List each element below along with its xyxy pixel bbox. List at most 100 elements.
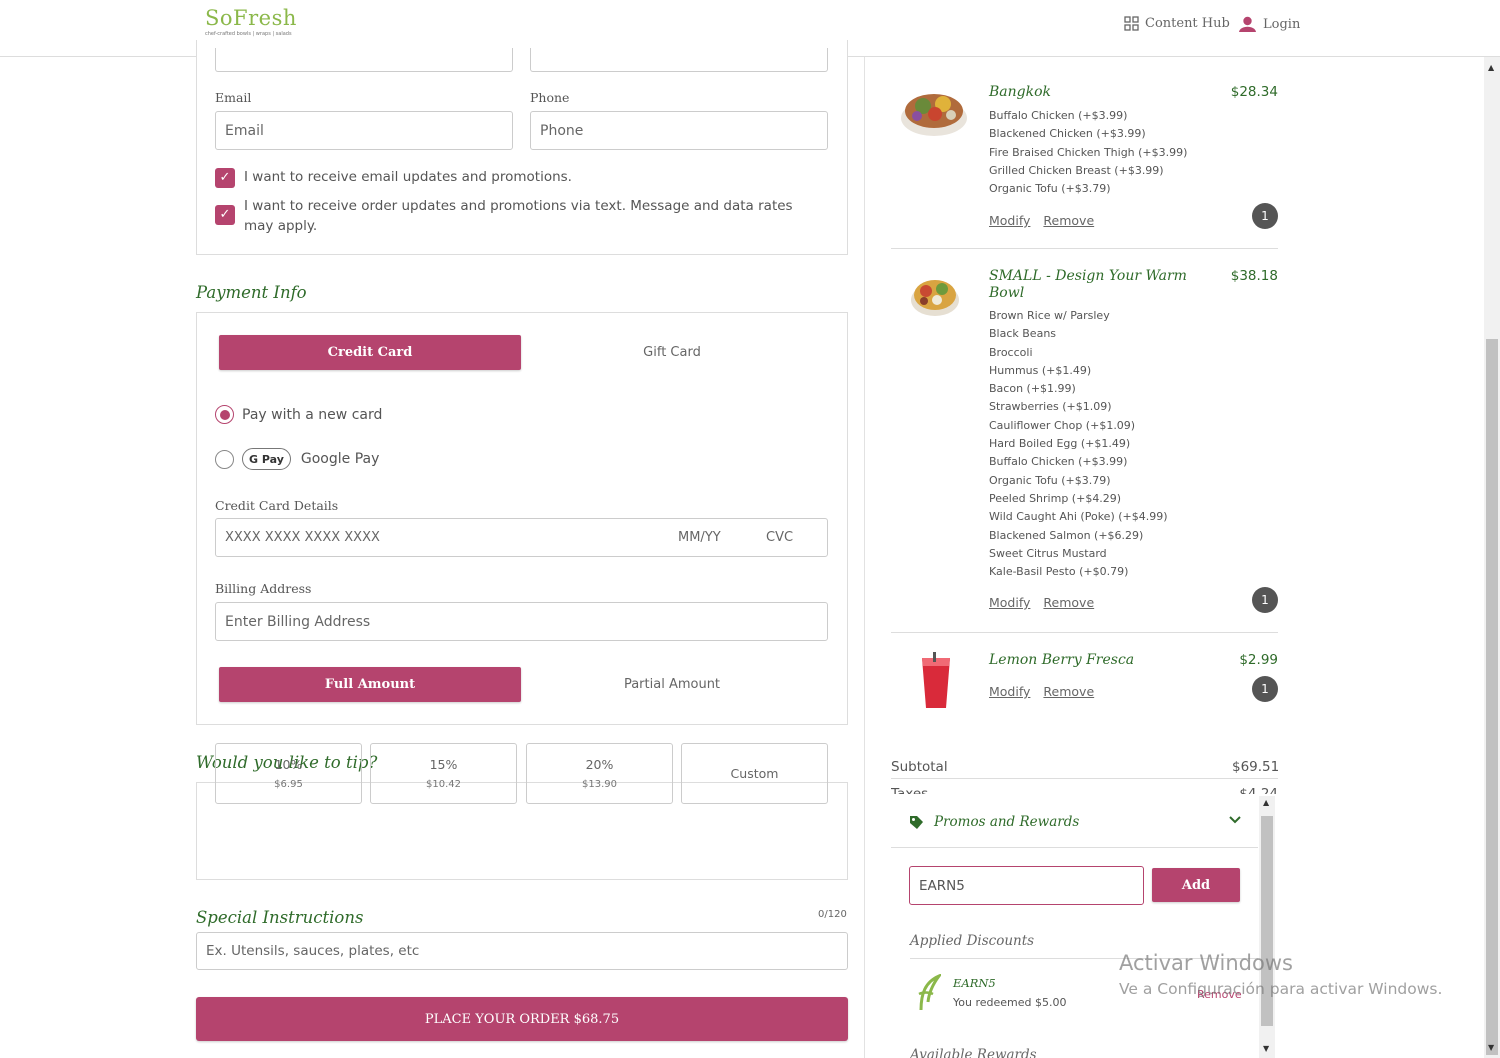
item-actions: Modify Remove	[989, 684, 1094, 699]
tip-percent: 15%	[429, 757, 458, 772]
expiry-placeholder: MM/YY	[678, 530, 721, 545]
modifier-item: Organic Tofu (+$3.79)	[989, 473, 1111, 487]
modify-link[interactable]: Modify	[989, 684, 1030, 699]
user-icon	[1239, 16, 1256, 32]
promo-code-value: EARN5	[919, 877, 965, 894]
tag-icon	[910, 815, 923, 829]
modifier-item: Hummus (+$1.49)	[989, 363, 1092, 377]
new-card-option[interactable]: Pay with a new card	[215, 405, 382, 424]
google-pay-radio[interactable]	[215, 449, 234, 469]
email-label: Email	[215, 90, 252, 105]
login-label: Login	[1263, 17, 1301, 32]
promo-code-field[interactable]: EARN5	[909, 866, 1144, 905]
page-scroll-thumb[interactable]	[1486, 339, 1498, 1055]
cvc-placeholder: CVC	[766, 530, 794, 545]
warm-bowl-image	[911, 280, 959, 316]
add-promo-button[interactable]: Add	[1152, 868, 1240, 902]
remove-link[interactable]: Remove	[1043, 684, 1094, 699]
remove-link[interactable]: Remove	[1043, 595, 1094, 610]
phone-field[interactable]: Phone	[530, 111, 828, 150]
modifier-item: Brown Rice w/ Parsley	[989, 309, 1110, 322]
promos-header[interactable]: Promos and Rewards	[909, 814, 1079, 830]
page-scrollbar[interactable]: ▲ ▼	[1484, 57, 1500, 1058]
first-name-field[interactable]	[215, 48, 513, 72]
watermark-title: Activar Windows	[1119, 951, 1293, 975]
modify-link[interactable]: Modify	[989, 595, 1030, 610]
full-amount-button[interactable]: Full Amount	[219, 667, 521, 702]
cart-item-name: Lemon Berry Fresca	[989, 652, 1135, 668]
tip-option-15[interactable]: 15% $10.42	[370, 743, 517, 804]
phone-placeholder: Phone	[540, 122, 584, 139]
taxes-value: $4.24	[1239, 786, 1278, 794]
place-order-button[interactable]: PLACE YOUR ORDER $68.75	[196, 997, 848, 1041]
tip-option-20[interactable]: 20% $13.90	[526, 743, 673, 804]
available-rewards-title: Available Rewards	[910, 1047, 1037, 1058]
last-name-field[interactable]	[530, 48, 828, 72]
remove-link[interactable]: Remove	[1043, 213, 1094, 228]
watermark-subtitle: Ve a Configuración para activar Windows.	[1119, 980, 1443, 998]
subtotal-label: Subtotal	[891, 759, 948, 775]
windows-activation-watermark: Activar Windows Ve a Configuración para …	[1119, 951, 1442, 998]
google-pay-label: Google Pay	[300, 451, 380, 467]
modifier-item: Buffalo Chicken (+$3.99)	[989, 109, 1128, 122]
content-hub-link[interactable]: Content Hub	[1124, 16, 1230, 31]
credit-card-tab[interactable]: Credit Card	[219, 335, 521, 370]
tip-option-custom[interactable]: Custom	[681, 743, 828, 804]
modifier-list: Buffalo Chicken (+$3.99) Blackened Chick…	[989, 107, 1187, 198]
modifier-item: Broccoli	[989, 345, 1033, 359]
scroll-up-arrow-icon[interactable]: ▲	[1263, 798, 1269, 807]
modifier-item: Cauliflower Chop (+$1.09)	[989, 418, 1136, 432]
char-counter: 0/120	[818, 909, 847, 920]
item-divider	[891, 632, 1278, 633]
sms-opt-in-row: ✓ I want to receive order updates and pr…	[215, 196, 815, 236]
card-details-field[interactable]: XXXX XXXX XXXX XXXX MM/YY CVC	[215, 518, 828, 557]
promos-scrollbar[interactable]: ▲ ▼	[1259, 796, 1275, 1058]
cart-item-price: $2.99	[1239, 652, 1278, 668]
tip-amount: $6.95	[274, 779, 303, 790]
item-actions: Modify Remove	[989, 213, 1094, 228]
subtotal-value: $69.51	[1232, 759, 1280, 775]
tip-amount: $10.42	[426, 779, 461, 790]
billing-address-label: Billing Address	[215, 581, 312, 596]
google-pay-option[interactable]: G Pay Google Pay	[215, 448, 379, 470]
modify-link[interactable]: Modify	[989, 213, 1030, 228]
new-card-radio[interactable]	[215, 405, 234, 424]
email-field[interactable]: Email	[215, 111, 513, 150]
applied-discounts-title: Applied Discounts	[910, 933, 1035, 949]
billing-address-field[interactable]: Enter Billing Address	[215, 602, 828, 641]
applied-description: You redeemed $5.00	[953, 996, 1067, 1009]
new-card-label: Pay with a new card	[242, 406, 383, 423]
email-placeholder: Email	[225, 122, 264, 139]
modifier-item: Peeled Shrimp (+$4.29)	[989, 491, 1122, 505]
promos-title: Promos and Rewards	[934, 814, 1080, 830]
tip-option-10[interactable]: 10% $6.95	[215, 743, 362, 804]
email-opt-in-checkbox[interactable]: ✓	[215, 168, 235, 188]
taxes-label: Taxes	[891, 786, 929, 794]
sms-opt-in-checkbox[interactable]: ✓	[215, 205, 235, 225]
gift-card-tab[interactable]: Gift Card	[521, 335, 823, 370]
google-pay-badge-label: G Pay	[249, 452, 284, 466]
quantity-badge: 1	[1252, 676, 1278, 702]
scroll-down-arrow-icon[interactable]: ▼	[1488, 1043, 1494, 1052]
modifier-item: Strawberries (+$1.09)	[989, 400, 1112, 414]
promos-divider	[891, 847, 1258, 848]
chevron-down-icon[interactable]	[1229, 816, 1241, 824]
special-instructions-field[interactable]: Ex. Utensils, sauces, plates, etc	[196, 932, 848, 970]
bangkok-bowl-image	[901, 94, 967, 136]
sms-opt-in-label: I want to receive order updates and prom…	[244, 198, 793, 234]
login-link[interactable]: Login	[1238, 16, 1300, 33]
logo-text: SoFresh	[205, 6, 297, 30]
special-instructions-title: Special Instructions	[196, 908, 364, 927]
modifier-item: Bacon (+$1.99)	[989, 382, 1076, 396]
quantity-badge: 1	[1252, 203, 1278, 229]
scroll-down-arrow-icon[interactable]: ▼	[1263, 1044, 1269, 1053]
summary-divider	[891, 778, 1278, 779]
partial-amount-button[interactable]: Partial Amount	[521, 667, 823, 702]
scroll-up-arrow-icon[interactable]: ▲	[1488, 63, 1494, 72]
taxes-row-clipped: Taxes $4.24	[891, 786, 1278, 794]
cart-item-price: $38.18	[1230, 268, 1278, 284]
modifier-item: Blackened Salmon (+$6.29)	[989, 528, 1144, 542]
available-rewards-clipped: Available Rewards	[910, 1047, 1110, 1058]
cart-item: Lemon Berry Fresca $2.99 Modify Remove 1	[891, 652, 1278, 712]
modifier-item: Blackened Chicken (+$3.99)	[989, 127, 1146, 141]
